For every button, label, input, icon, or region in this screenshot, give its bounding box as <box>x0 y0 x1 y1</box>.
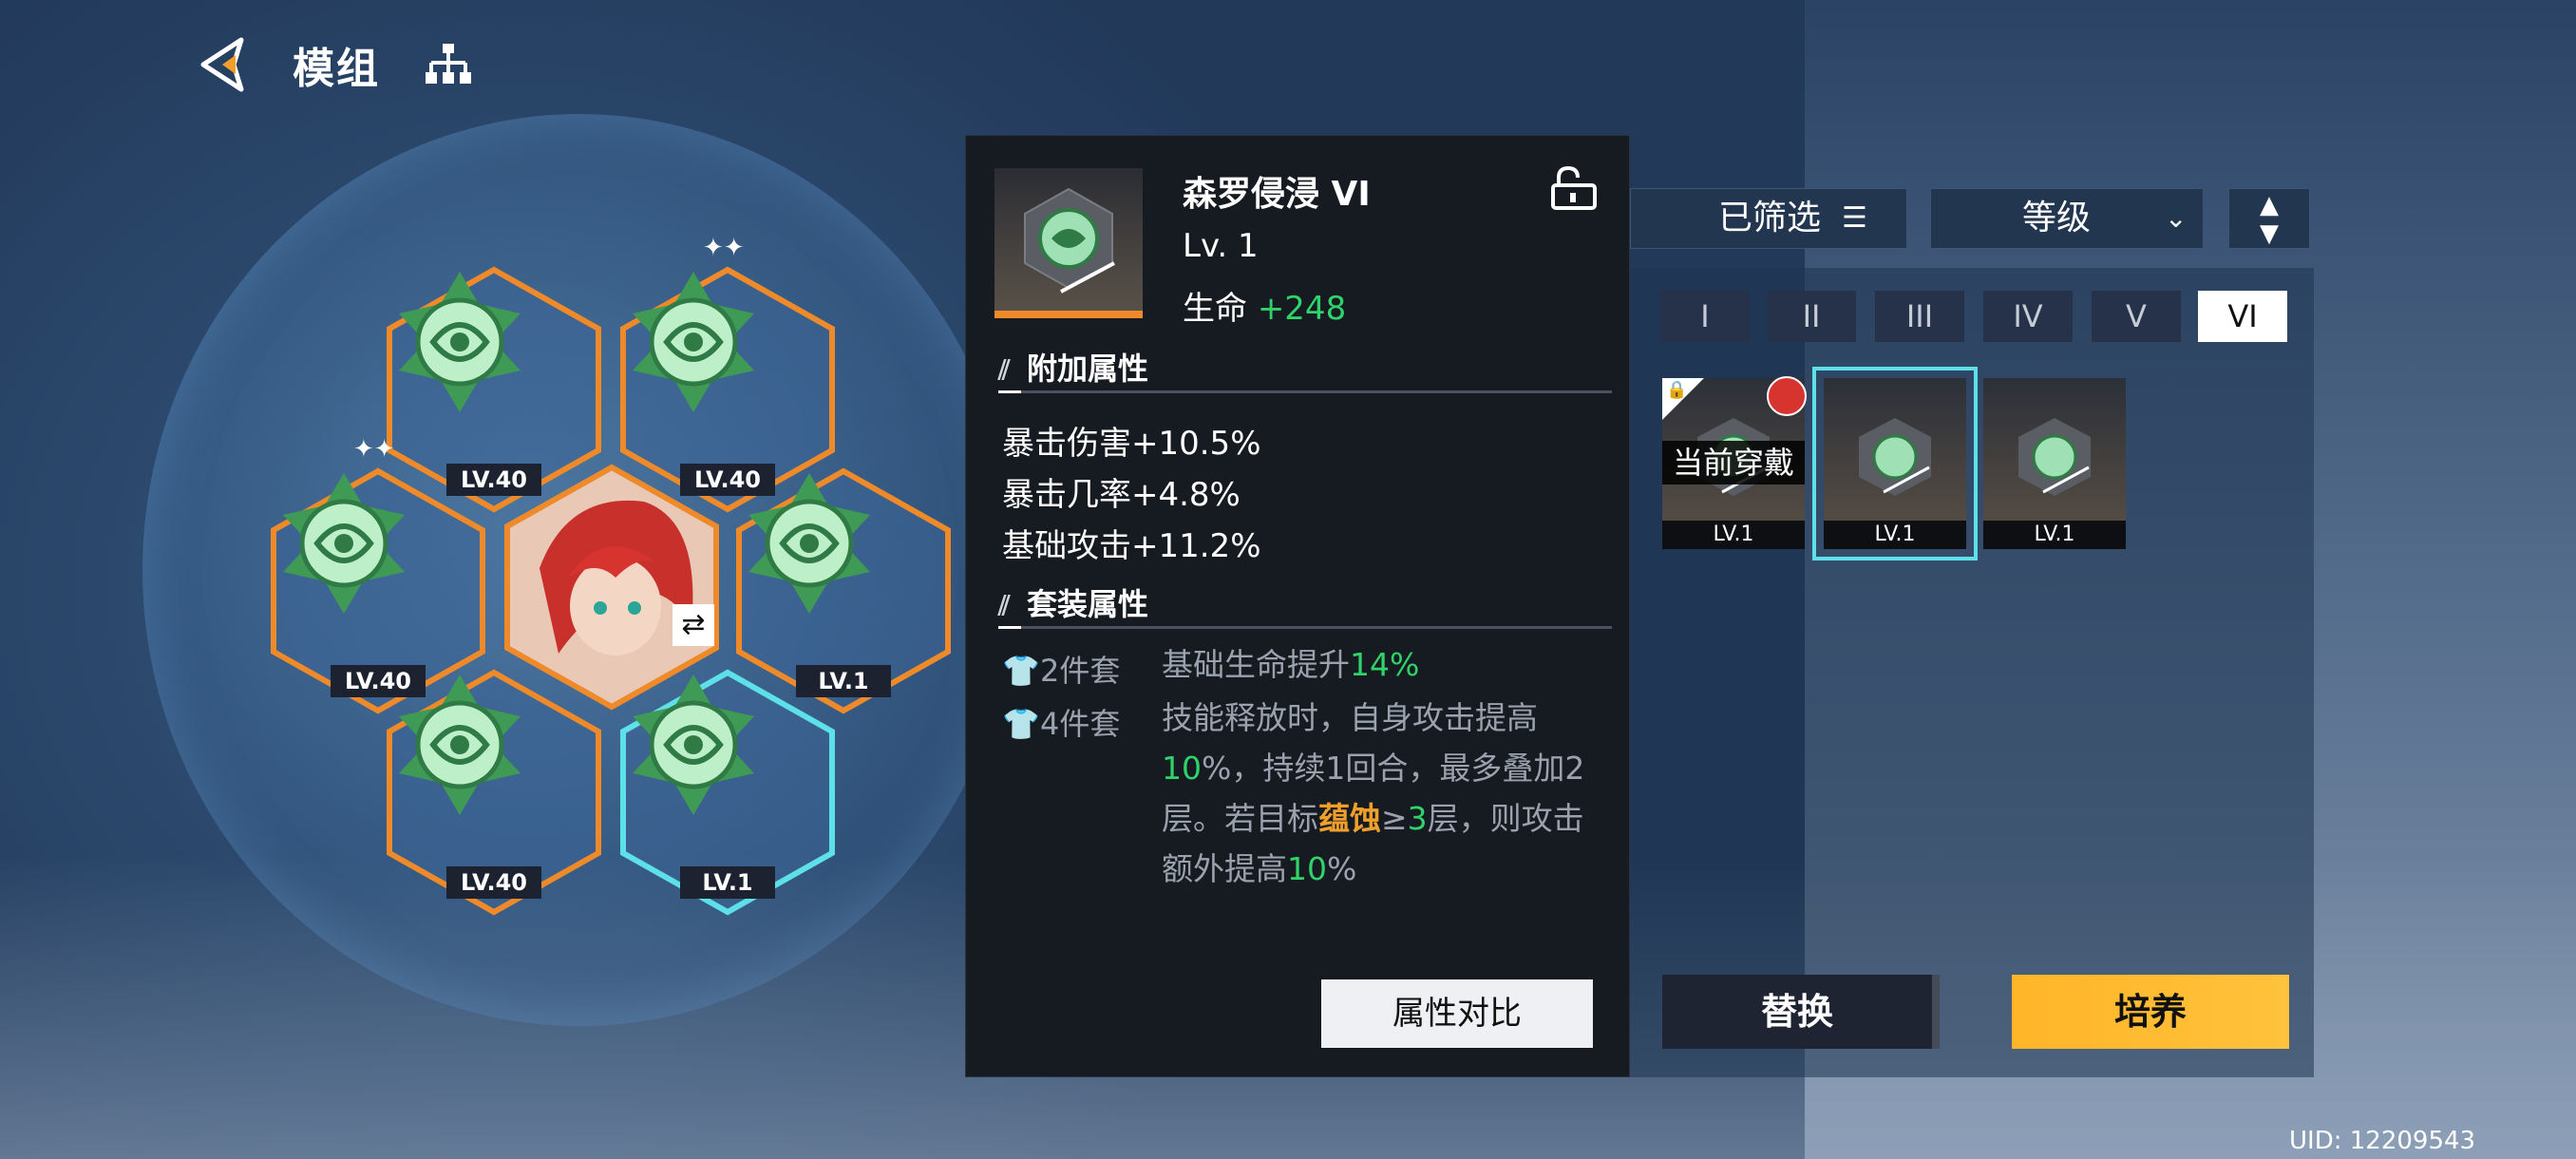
card-level: LV.1 <box>1983 521 2126 549</box>
divider <box>998 390 1612 393</box>
uid-label: UID: 12209543 <box>2289 1127 2476 1155</box>
module-card[interactable]: LV.1 <box>1983 378 2126 549</box>
set-4-keyword: 蕴蚀 <box>1318 800 1381 837</box>
extra-stat: 暴击几率+4.8% <box>1002 476 1241 514</box>
equipped-badge: 当前穿戴 <box>1662 441 1805 484</box>
module-emblem-icon <box>2018 418 2091 496</box>
set-4-label-text: 4件套 <box>1040 706 1121 742</box>
set-2-text: 基础生命提升 <box>1162 646 1350 683</box>
module-emblem-icon <box>633 272 754 412</box>
main-stat-value: +248 <box>1257 290 1347 328</box>
module-card-equipped[interactable]: 🔒 当前穿戴 LV.1 <box>1662 376 1807 549</box>
main-stat-label: 生命 <box>1183 290 1247 328</box>
section-mark-icon: ⫽ <box>998 354 1011 386</box>
filter-list-icon: ☰ <box>1842 201 1867 235</box>
tab-tier-5[interactable]: V <box>2092 291 2181 342</box>
card-level: LV.1 <box>1662 521 1805 549</box>
set-2-desc: 基础生命提升14% <box>1162 639 1599 690</box>
module-thumbnail <box>994 168 1143 318</box>
set-2-label: 👕2件套 <box>1002 647 1120 691</box>
shirt-icon: 👕 <box>1002 653 1040 689</box>
module-emblem-icon <box>399 272 521 412</box>
tab-tier-4[interactable]: IV <box>1983 291 2073 342</box>
sort-order-button[interactable]: ▲ ▼ <box>2228 188 2310 249</box>
set-4-text: % <box>1327 850 1357 887</box>
set-4-desc: 技能释放时，自身攻击提高10%，持续1回合，最多叠加2层。若目标蕴蚀≥3层，则攻… <box>1162 693 1599 894</box>
module-detail-panel: 森罗侵浸 VI Lv. 1 生命 +248 ⫽ 附加属性 暴击伤害+10.5% 暴… <box>965 135 1630 1077</box>
module-emblem-icon <box>283 473 405 614</box>
set-stats-label: 套装属性 <box>1027 586 1149 622</box>
tab-tier-1[interactable]: I <box>1660 291 1750 342</box>
set-4-value: 10 <box>1162 750 1202 787</box>
sparkle-icon: ✦✦ <box>703 234 745 262</box>
module-level-label: LV.1 <box>680 866 775 899</box>
divider <box>998 626 1612 629</box>
tab-tier-3[interactable]: III <box>1875 291 1964 342</box>
swap-button[interactable]: 替换 <box>1662 975 1940 1049</box>
module-emblem-icon <box>748 473 870 614</box>
module-level-label: LV.40 <box>446 866 541 899</box>
back-button[interactable] <box>198 34 251 95</box>
shirt-icon: 👕 <box>1002 706 1040 742</box>
set-4-label: 👕4件套 <box>1002 700 1120 744</box>
module-emblem-icon <box>1859 418 1931 496</box>
compare-attributes-button[interactable]: 属性对比 <box>1321 979 1593 1048</box>
module-name: 森罗侵浸 VI <box>1183 175 1371 214</box>
character-avatar <box>1767 376 1807 416</box>
set-2-value: 14% <box>1350 646 1420 683</box>
sparkle-icon: ✦✦ <box>353 435 395 464</box>
extra-stat: 基础攻击+11.2% <box>1002 527 1261 565</box>
tab-tier-6[interactable]: VI <box>2198 291 2287 342</box>
swap-character-icon[interactable]: ⇄ <box>672 604 714 646</box>
set-4-value: 10 <box>1287 850 1327 887</box>
back-arrow-icon <box>200 37 244 92</box>
main-stat: 生命 +248 <box>1183 282 1346 329</box>
set-4-text: 技能释放时，自身攻击提高 <box>1162 699 1538 736</box>
extra-stat: 暴击伤害+10.5% <box>1002 425 1261 463</box>
sort-order-icon: ▲ ▼ <box>2260 191 2279 248</box>
card-level: LV.1 <box>1824 521 1966 549</box>
unlock-icon[interactable] <box>1545 165 1599 210</box>
sort-label: 等级 <box>2022 199 2092 238</box>
sort-dropdown[interactable]: 等级 ⌄ <box>1930 188 2204 249</box>
extra-stats-label: 附加属性 <box>1027 351 1149 387</box>
set-4-value: 3 <box>1407 800 1428 837</box>
filter-button[interactable]: 已筛选 ☰ <box>1630 188 1907 249</box>
set-stats-title: ⫽ 套装属性 <box>998 580 1148 624</box>
set-4-text: ≥ <box>1381 800 1408 837</box>
train-button[interactable]: 培养 <box>2012 975 2289 1049</box>
extra-stats-title: ⫽ 附加属性 <box>998 345 1148 389</box>
tab-tier-2[interactable]: II <box>1767 291 1856 342</box>
character-portrait[interactable]: ⇄ <box>502 464 722 711</box>
hierarchy-icon[interactable] <box>424 40 473 89</box>
set-2-label-text: 2件套 <box>1040 653 1121 689</box>
chevron-down-icon: ⌄ <box>2165 202 2188 234</box>
module-card-selected[interactable]: LV.1 <box>1812 367 1978 560</box>
filter-label: 已筛选 <box>1718 199 1822 238</box>
module-level: Lv. 1 <box>1183 227 1259 265</box>
lock-icon: 🔒 <box>1666 380 1688 400</box>
page-title: 模组 <box>293 45 380 93</box>
section-mark-icon: ⫽ <box>998 590 1011 621</box>
